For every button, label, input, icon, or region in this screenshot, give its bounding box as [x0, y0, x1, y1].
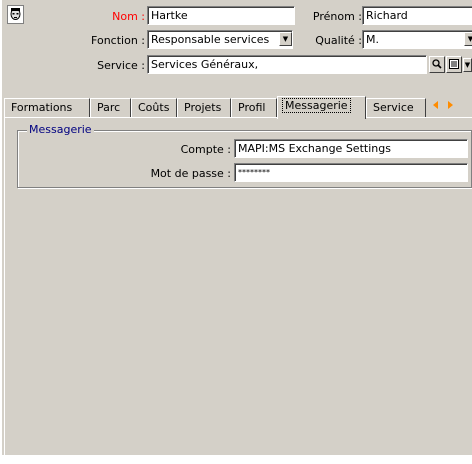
service-label: Service : [97, 59, 145, 72]
chevron-down-icon[interactable]: ▼ [464, 32, 472, 46]
password-field[interactable]: ******** [234, 163, 468, 182]
chevron-down-icon[interactable]: ▼ [279, 32, 292, 46]
fonction-select[interactable]: Responsable services [147, 30, 293, 49]
compte-field[interactable]: MAPI:MS Exchange Settings [234, 139, 468, 158]
person-photo-icon[interactable] [7, 5, 24, 24]
service-field[interactable]: Services Généraux, [147, 55, 427, 74]
tab-service[interactable]: Service [366, 98, 426, 117]
prenom-label: Prénom : [312, 10, 362, 23]
password-label: Mot de passe : [150, 167, 231, 180]
tab-bar: Formations Parc Coûts Projets Profil Mes… [4, 96, 472, 119]
tab-messagerie-label: Messagerie [282, 98, 351, 113]
tab-projets[interactable]: Projets [177, 98, 231, 117]
nom-label: Nom : [112, 10, 145, 23]
group-title: Messagerie [27, 123, 94, 136]
arrow-right-icon[interactable] [442, 98, 457, 113]
employee-detail-window: Nom : Hartke Prénom : Richard Fonction :… [0, 0, 472, 464]
chevron-down-icon[interactable]: ▼ [463, 58, 472, 72]
fonction-label: Fonction : [91, 34, 145, 47]
detail-icon[interactable] [446, 56, 462, 73]
left-border [0, 0, 2, 464]
qualite-label: Qualité : [315, 34, 362, 47]
compte-label: Compte : [180, 143, 231, 156]
nom-field[interactable]: Hartke [147, 6, 295, 25]
bottom-border [0, 455, 472, 464]
tab-messagerie[interactable]: Messagerie [277, 96, 366, 119]
tab-parc[interactable]: Parc [90, 98, 131, 117]
qualite-select[interactable]: M. [362, 30, 472, 49]
tab-profil[interactable]: Profil [231, 98, 277, 117]
magnifier-icon[interactable] [429, 56, 445, 73]
tab-couts[interactable]: Coûts [131, 98, 177, 117]
prenom-field[interactable]: Richard [362, 6, 472, 25]
tab-formations[interactable]: Formations [4, 98, 90, 117]
arrow-left-icon[interactable] [428, 98, 443, 113]
